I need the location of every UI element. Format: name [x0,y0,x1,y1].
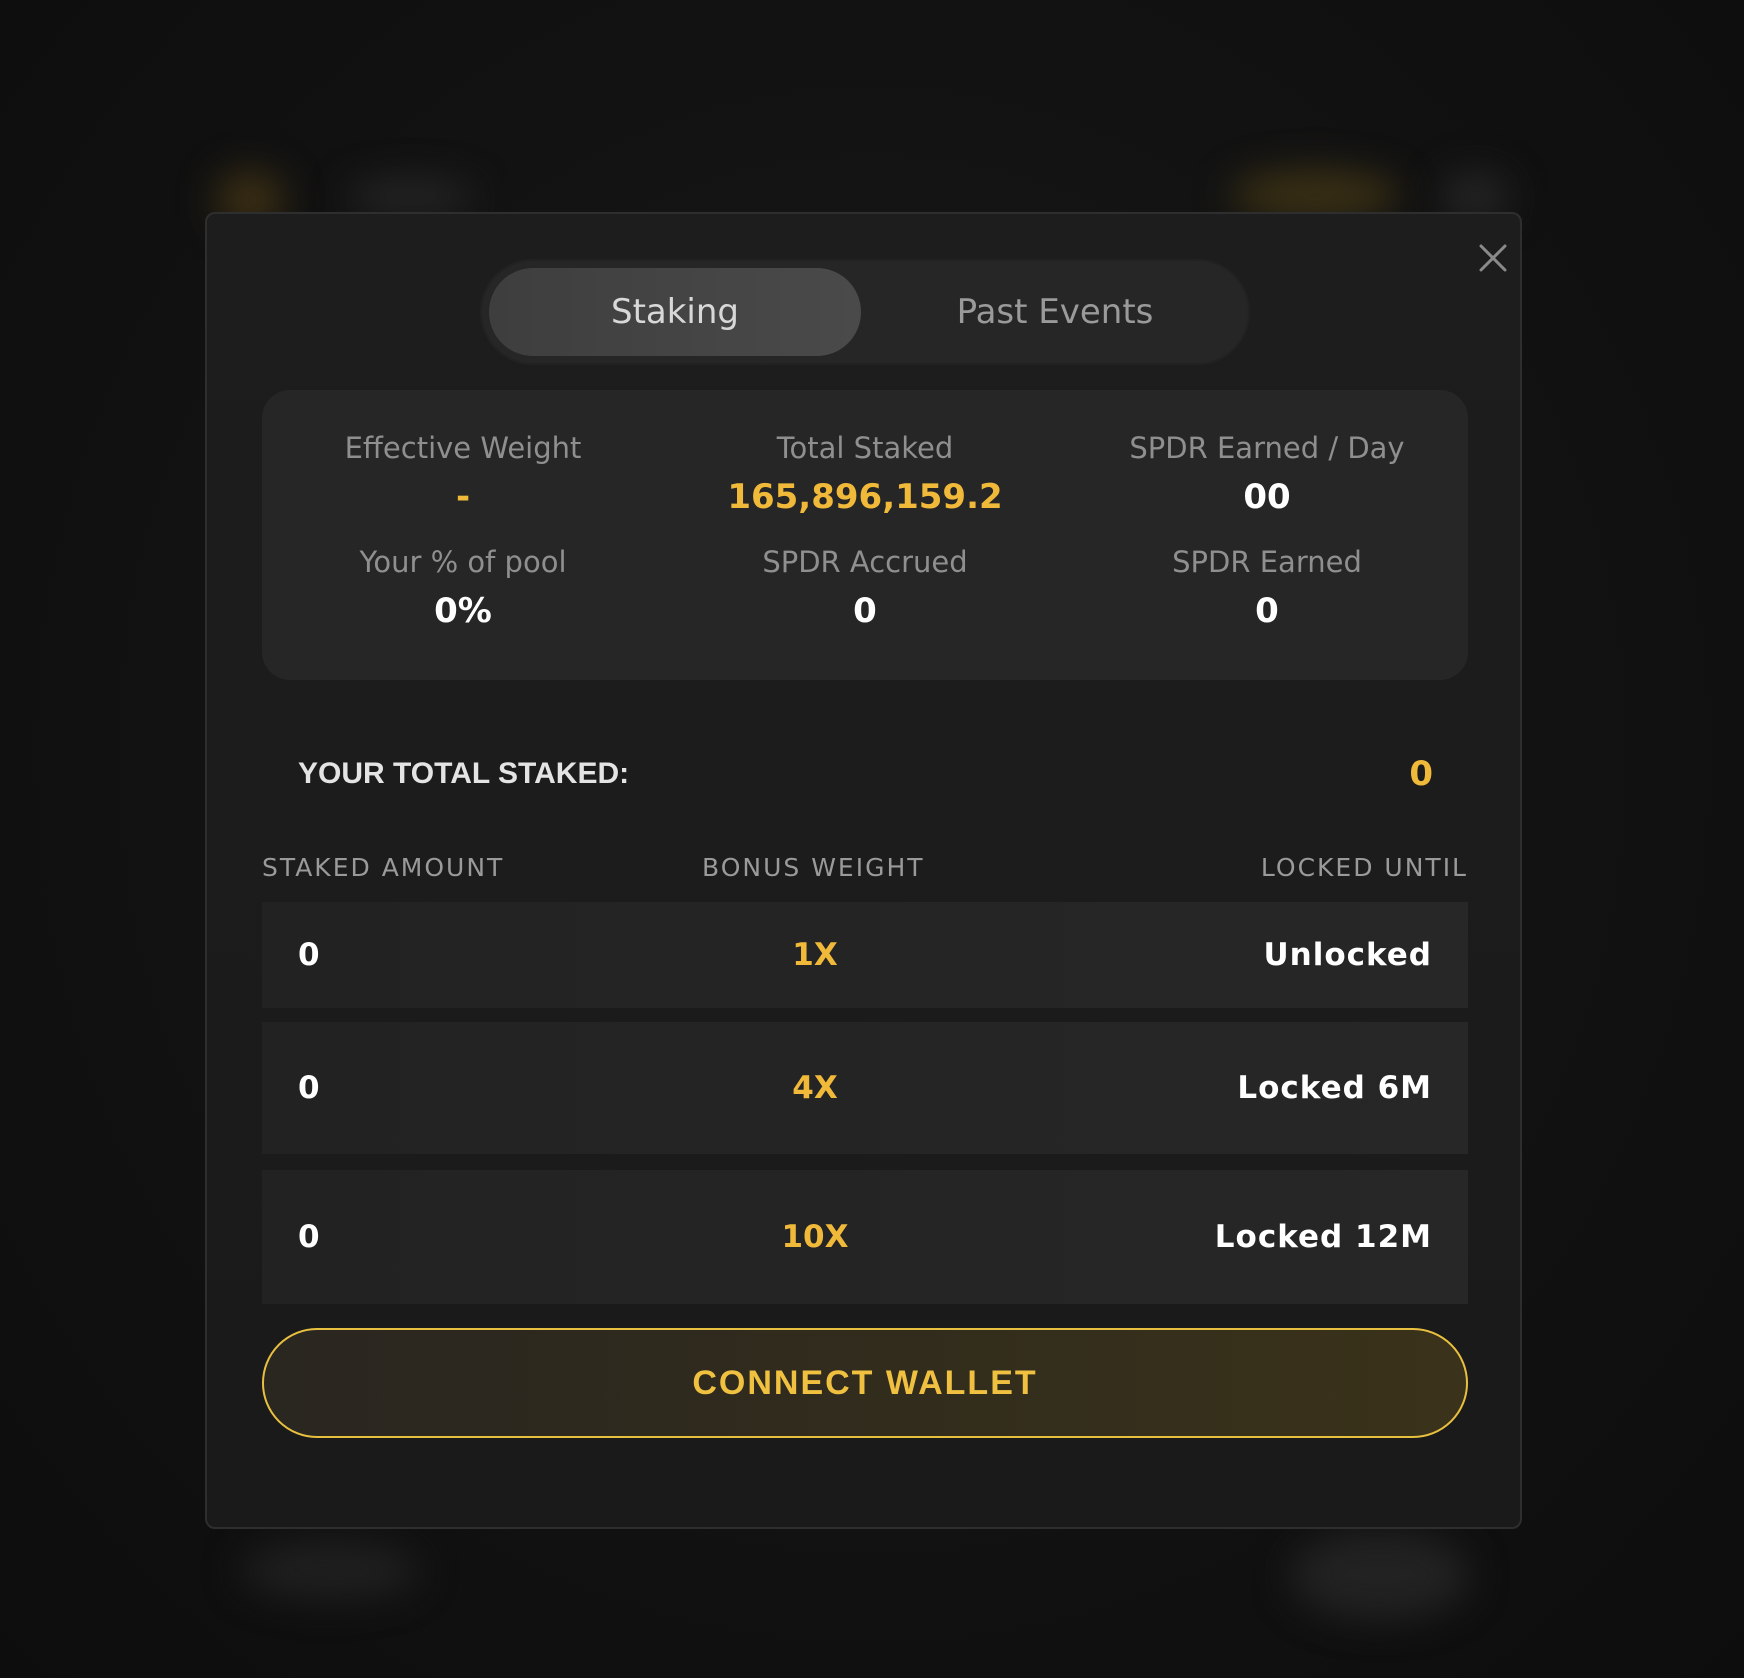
stat-spdr-earned-day: SPDR Earned / Day 00 [1066,428,1468,522]
stat-label: Total Staked [776,431,954,465]
your-total-staked-value: 0 [1409,754,1433,794]
stat-value: 0 [1255,591,1279,631]
stats-panel: Effective Weight - Total Staked 165,896,… [262,390,1468,680]
stat-label: SPDR Accrued [762,545,968,579]
connect-wallet-button[interactable]: CONNECT WALLET [262,1328,1468,1438]
stat-label: Effective Weight [344,431,582,465]
stat-pool-share: Your % of pool 0% [262,542,664,636]
stat-spdr-accrued: SPDR Accrued 0 [664,542,1066,636]
stake-row-unlocked[interactable]: 0 1X Unlocked [262,902,1468,1008]
tab-staking[interactable]: Staking [489,268,861,356]
header-bonus-weight: BONUS WEIGHT [702,853,925,882]
stat-value: 0 [853,591,877,631]
bonus-weight: 10X [781,1219,849,1255]
header-locked-until: LOCKED UNTIL [1260,853,1468,882]
blurred-nav-text [345,180,475,214]
your-total-staked-label: YOUR TOTAL STAKED: [298,757,630,790]
stat-label: Your % of pool [359,545,567,579]
stat-value: 0% [434,591,492,631]
stat-value: - [455,477,471,517]
stat-label: SPDR Earned / Day [1129,431,1405,465]
stat-effective-weight: Effective Weight - [262,428,664,522]
close-icon [1479,244,1507,272]
locked-until: Unlocked [1263,937,1432,973]
blurred-footer-right [1290,1530,1470,1620]
tab-switcher: Staking Past Events [480,259,1250,365]
locked-until: Locked 12M [1214,1219,1432,1255]
stat-value: 00 [1243,477,1291,517]
header-staked-amount: STAKED AMOUNT [262,853,505,882]
table-header: STAKED AMOUNT BONUS WEIGHT LOCKED UNTIL [262,846,1468,890]
stake-row-locked-6m[interactable]: 0 4X Locked 6M [262,1022,1468,1154]
stake-row-locked-12m[interactable]: 0 10X Locked 12M [262,1170,1468,1304]
stat-spdr-earned: SPDR Earned 0 [1066,542,1468,636]
tab-past-events[interactable]: Past Events [869,268,1241,356]
stat-label: SPDR Earned [1172,545,1362,579]
stat-total-staked: Total Staked 165,896,159.2 [664,428,1066,522]
your-total-staked-row: YOUR TOTAL STAKED: 0 [262,744,1468,804]
bonus-weight: 4X [792,1070,838,1106]
locked-until: Locked 6M [1237,1070,1432,1106]
close-button[interactable] [1471,236,1515,280]
stat-value: 165,896,159.2 [727,477,1003,517]
blurred-footer-left [240,1540,420,1600]
bonus-weight: 1X [792,937,838,973]
staking-modal: Staking Past Events Effective Weight - T… [205,212,1522,1529]
